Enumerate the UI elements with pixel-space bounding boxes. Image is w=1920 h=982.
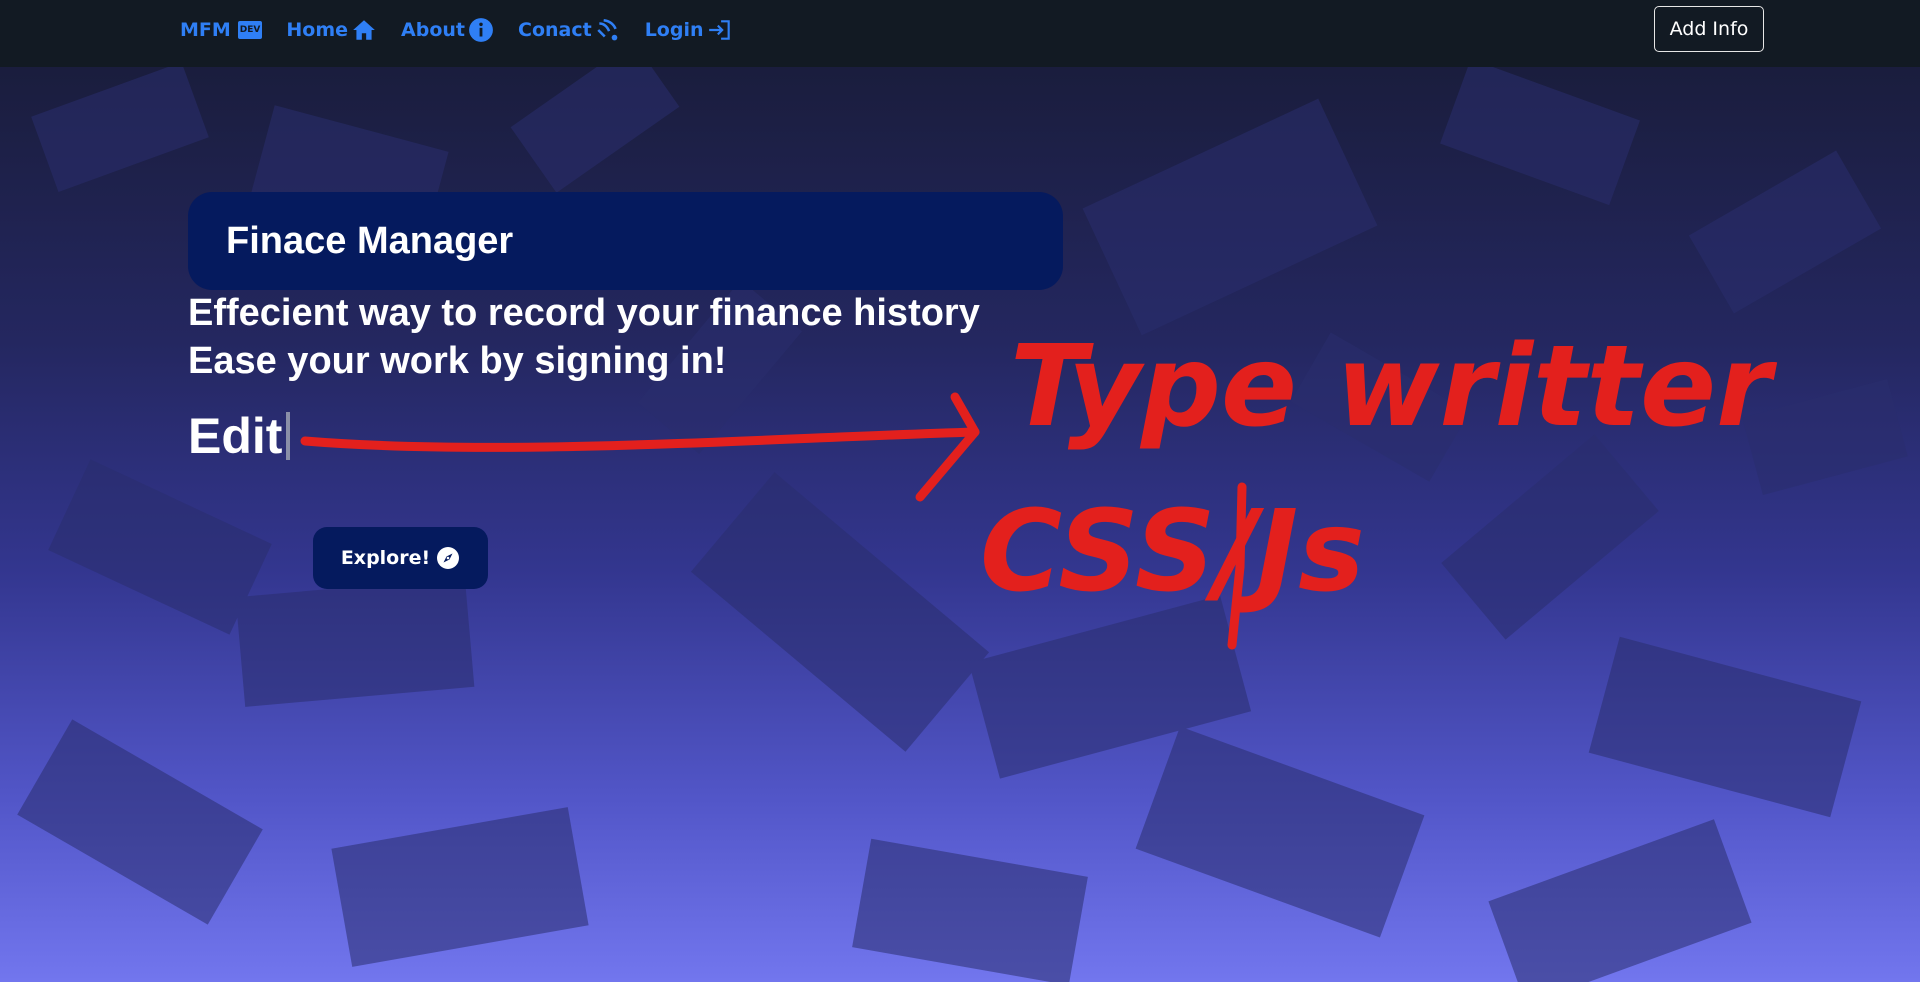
dev-badge: DEV	[237, 21, 263, 39]
explore-label: Explore!	[340, 547, 431, 569]
tagline-record: Effecient way to record your finance his…	[188, 292, 980, 334]
nav-contact-label: Conact	[518, 19, 592, 41]
nav-login-label: Login	[644, 19, 704, 41]
nav-links: MFM DEV Home About Conact Login	[180, 0, 733, 60]
typewriter-text-block: Edit	[188, 407, 291, 465]
brand-label: MFM	[180, 19, 231, 41]
typewriter-caret	[286, 412, 291, 460]
title-card: Finace Manager	[188, 192, 1063, 290]
annotation-css-js-text: CSS/Js	[980, 487, 1365, 617]
top-navbar: MFM DEV Home About Conact Login Add Info	[0, 0, 1920, 67]
nav-contact-link[interactable]: Conact	[518, 17, 621, 43]
brand-link[interactable]: MFM DEV	[180, 19, 263, 41]
login-icon	[708, 20, 730, 40]
nav-home-label: Home	[286, 19, 349, 41]
typewriter-text: Edit	[188, 408, 283, 464]
contact-icon	[597, 18, 618, 41]
nav-about-label: About	[401, 19, 465, 41]
info-icon	[469, 18, 493, 42]
annotation-typewriter-text: Type writter	[1010, 322, 1772, 452]
nav-about-link[interactable]: About	[401, 17, 494, 43]
tagline-sign-in: Ease your work by signing in!	[188, 340, 727, 382]
nav-login-link[interactable]: Login	[645, 17, 733, 43]
hero-section: Finace Manager Effecient way to record y…	[0, 67, 1920, 982]
home-icon	[353, 20, 375, 40]
nav-home-link[interactable]: Home	[286, 17, 377, 43]
add-info-button[interactable]: Add Info	[1654, 6, 1764, 52]
page-title: Finace Manager	[226, 219, 514, 262]
compass-icon	[437, 547, 460, 569]
explore-button[interactable]: Explore!	[313, 527, 488, 589]
